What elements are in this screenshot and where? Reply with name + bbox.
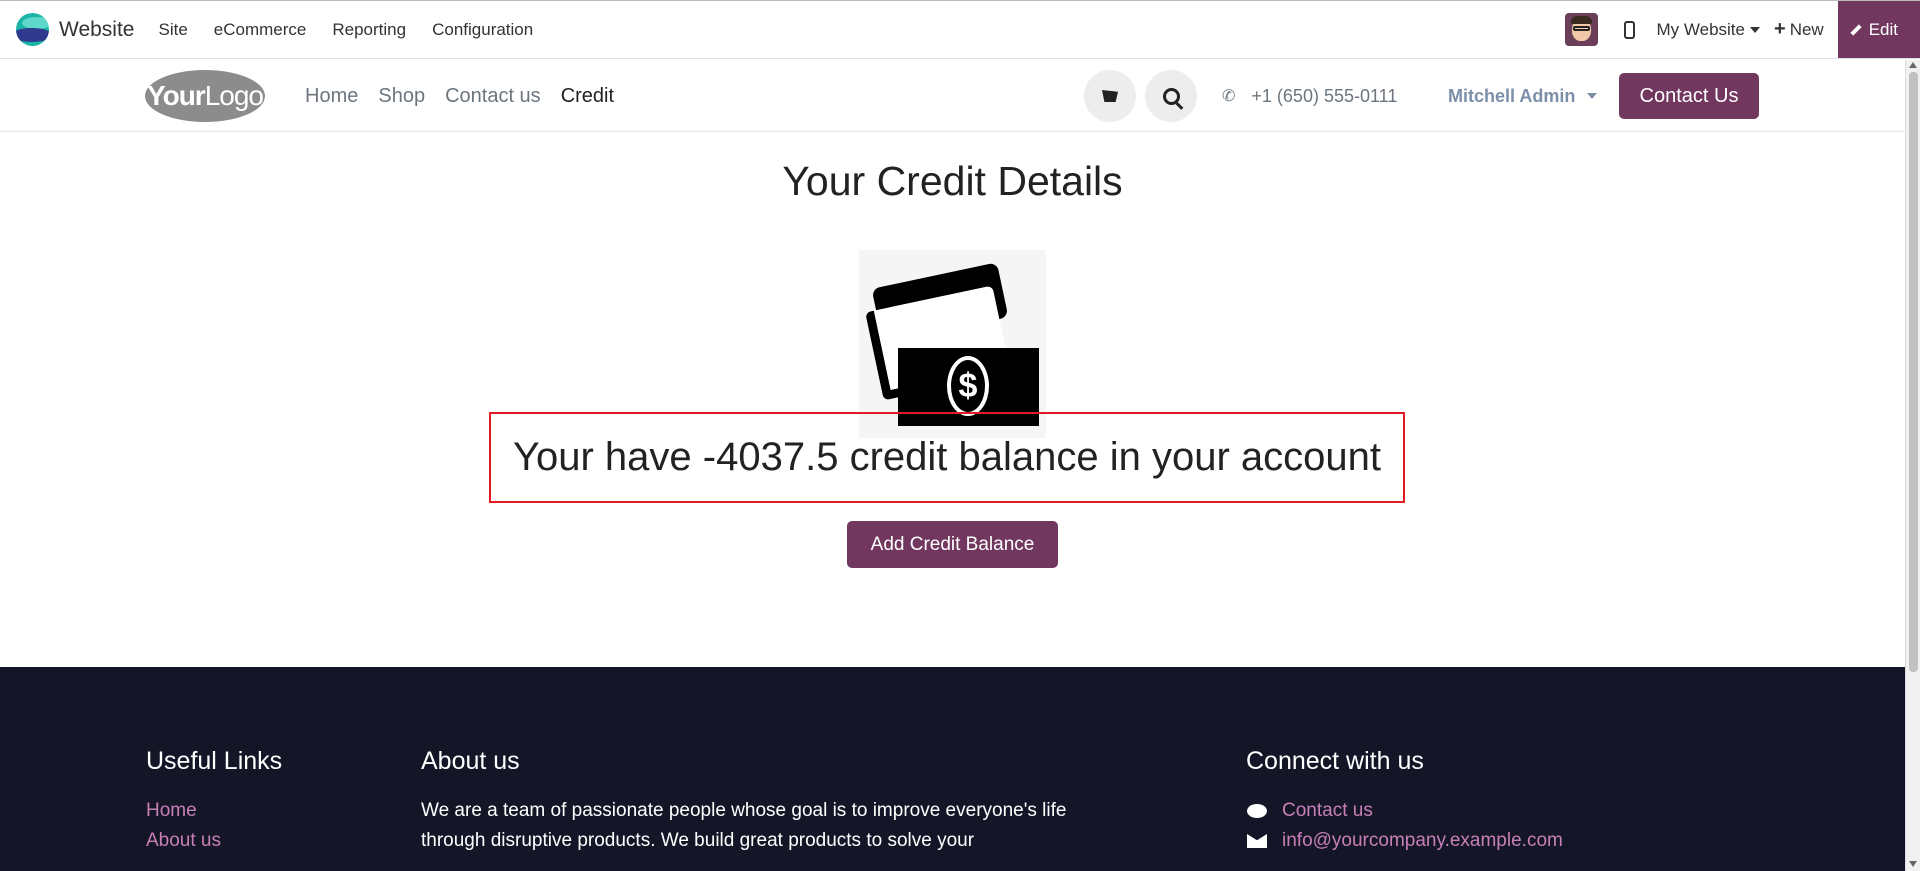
- search-button[interactable]: [1145, 70, 1197, 122]
- top-menu: Site eCommerce Reporting Configuration: [145, 20, 546, 40]
- site-nav: Home Shop Contact us Credit: [295, 60, 624, 132]
- menu-site[interactable]: Site: [145, 20, 200, 40]
- top-right-controls: My Website + New Edit: [1564, 1, 1920, 58]
- footer-link-home[interactable]: Home: [146, 796, 282, 826]
- app-brand[interactable]: Website: [16, 13, 134, 46]
- connect-heading: Connect with us: [1246, 747, 1424, 775]
- scroll-thumb[interactable]: [1909, 72, 1918, 672]
- footer-useful-links: Useful Links Home About us: [146, 747, 282, 856]
- scroll-down-icon[interactable]: [1909, 861, 1917, 867]
- add-credit-balance-button[interactable]: Add Credit Balance: [847, 521, 1058, 568]
- caret-down-icon: [1750, 26, 1760, 33]
- website-selector-label: My Website: [1656, 19, 1746, 39]
- new-label: New: [1789, 19, 1824, 39]
- footer-email[interactable]: info@yourcompany.example.com: [1246, 826, 1563, 856]
- about-heading: About us: [421, 747, 520, 775]
- credit-money-icon: $: [859, 250, 1046, 438]
- edit-button[interactable]: Edit: [1837, 1, 1920, 58]
- logo-text-bold: Your: [147, 80, 206, 111]
- site-logo[interactable]: Your Logo: [145, 70, 265, 122]
- plus-icon: +: [1774, 18, 1786, 40]
- nav-credit[interactable]: Credit: [551, 85, 624, 108]
- user-name: Mitchell Admin: [1448, 85, 1576, 106]
- nav-home[interactable]: Home: [295, 85, 368, 108]
- caret-down-icon: [1587, 93, 1598, 99]
- website-app-icon: [16, 13, 49, 46]
- edit-label: Edit: [1868, 19, 1898, 39]
- phone-icon: ✆: [1222, 88, 1236, 105]
- phone-number: +1 (650) 555-0111: [1251, 85, 1398, 106]
- contact-us-button[interactable]: Contact Us: [1619, 73, 1759, 119]
- phone-contact[interactable]: ✆ +1 (650) 555-0111: [1222, 60, 1397, 132]
- footer-contact-us-label: Contact us: [1282, 800, 1373, 821]
- about-text: We are a team of passionate people whose…: [421, 800, 1067, 851]
- mobile-preview-icon[interactable]: [1623, 20, 1635, 39]
- cart-icon: [1102, 90, 1118, 102]
- site-footer: Useful Links Home About us About us We a…: [0, 667, 1905, 871]
- page-title: Your Credit Details: [782, 158, 1123, 204]
- footer-contact-us[interactable]: Contact us: [1246, 796, 1563, 826]
- site-header: Your Logo Home Shop Contact us Credit ✆ +…: [0, 60, 1905, 132]
- comment-icon: [1246, 804, 1268, 819]
- odoo-top-bar: Website Site eCommerce Reporting Configu…: [0, 0, 1920, 59]
- menu-ecommerce[interactable]: eCommerce: [201, 20, 320, 40]
- website-selector[interactable]: My Website: [1656, 19, 1760, 40]
- page-scrollbar[interactable]: [1905, 60, 1920, 871]
- pencil-icon: [1850, 23, 1862, 36]
- app-name: Website: [59, 17, 135, 41]
- menu-reporting[interactable]: Reporting: [319, 20, 419, 40]
- search-icon: [1162, 87, 1180, 105]
- new-button[interactable]: + New: [1774, 18, 1824, 41]
- logo-text-light: Logo: [204, 80, 264, 111]
- cart-button[interactable]: [1084, 70, 1136, 122]
- nav-contact-us[interactable]: Contact us: [435, 85, 551, 108]
- useful-links-heading: Useful Links: [146, 747, 283, 775]
- scroll-up-icon[interactable]: [1909, 62, 1917, 68]
- credit-balance-message: Your have -4037.5 credit balance in your…: [489, 412, 1405, 503]
- footer-connect: Connect with us Contact us info@yourcomp…: [1246, 747, 1563, 856]
- menu-configuration[interactable]: Configuration: [419, 20, 546, 40]
- footer-email-address: info@yourcompany.example.com: [1282, 830, 1563, 851]
- nav-shop[interactable]: Shop: [368, 85, 435, 108]
- user-menu[interactable]: Mitchell Admin: [1448, 60, 1598, 132]
- footer-about: About us We are a team of passionate peo…: [421, 747, 1101, 856]
- envelope-icon: [1246, 834, 1268, 849]
- footer-link-about-us[interactable]: About us: [146, 826, 282, 856]
- user-avatar[interactable]: [1564, 13, 1598, 46]
